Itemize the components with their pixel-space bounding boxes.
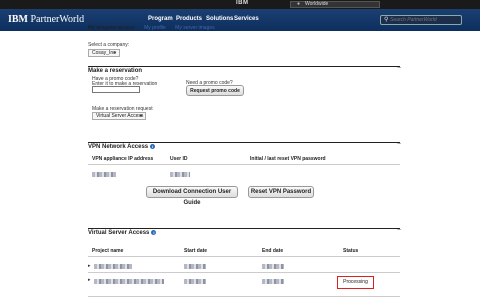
vpn-title-text: VPN Network Access — [88, 144, 149, 151]
download-guide-button[interactable]: Download Connection User Guide — [146, 186, 238, 206]
top-bar: IBM ● Worldwide — [0, 0, 480, 9]
brand-name: PartnerWorld — [30, 14, 85, 25]
company-select[interactable]: Cosay_Inc ▼ — [88, 49, 120, 57]
vsa-col-status: Status — [343, 248, 359, 254]
vpn-col-userid: User ID — [170, 156, 188, 162]
vpn-col-password: Initial / last reset VPN password — [250, 156, 326, 162]
country-label: Worldwide — [305, 1, 329, 7]
vsa-col-end: End date — [262, 248, 284, 254]
redacted-end-date — [262, 279, 284, 284]
redacted-userid — [170, 172, 190, 177]
nav-services[interactable]: Services — [234, 16, 259, 22]
section-divider — [88, 66, 400, 67]
redacted-project-name — [94, 279, 164, 284]
redacted-start-date — [184, 279, 206, 284]
table-divider — [88, 296, 400, 297]
brand-ibm: IBM — [8, 14, 28, 25]
info-icon[interactable]: i — [151, 230, 157, 235]
nav-program[interactable]: Program — [148, 16, 173, 22]
nav-products[interactable]: Products — [176, 16, 202, 22]
redacted-ip — [92, 172, 116, 177]
search-icon: ⚲ — [384, 17, 389, 23]
ibm-logo-small: IBM — [236, 0, 249, 6]
table-divider — [88, 256, 400, 257]
redacted-project-name — [94, 264, 132, 269]
country-selector[interactable]: ● Worldwide — [290, 1, 380, 8]
chevron-down-icon: ▼ — [139, 113, 143, 118]
tab-program-access[interactable]: My program access — [88, 25, 135, 31]
promo-code-input[interactable] — [92, 86, 140, 93]
globe-icon: ● — [297, 1, 301, 7]
brand-logo[interactable]: IBM PartnerWorld — [8, 14, 84, 25]
expand-row-icon[interactable]: ▸ — [88, 263, 91, 269]
request-type-select[interactable]: Virtual Server Access ▼ — [92, 112, 146, 120]
tab-server-images[interactable]: My server images — [175, 25, 214, 31]
vsa-title: Virtual Server Access i — [88, 230, 400, 236]
redacted-start-date — [184, 264, 206, 269]
table-divider — [88, 164, 400, 165]
status-processing-highlight: Processing — [337, 276, 374, 289]
company-label: Select a company: — [88, 42, 130, 48]
request-type-value: Virtual Server Access — [96, 113, 144, 119]
main-nav: IBM PartnerWorld Program Products Soluti… — [0, 9, 480, 31]
row-status: Processing — [343, 279, 368, 285]
reset-vpn-password-button[interactable]: Reset VPN Password — [248, 186, 314, 198]
table-divider — [88, 272, 400, 273]
info-icon[interactable]: i — [150, 144, 156, 149]
tab-profile[interactable]: My profile — [144, 25, 166, 31]
vsa-col-project: Project name — [92, 248, 124, 254]
vsa-col-start: Start date — [184, 248, 208, 254]
section-divider — [88, 142, 400, 143]
redacted-end-date — [262, 264, 284, 269]
expand-row-icon[interactable]: ▸ — [88, 277, 91, 283]
request-promo-button[interactable]: Request promo code — [186, 85, 244, 96]
vpn-title: VPN Network Access i — [88, 144, 400, 150]
program-tabs: My program access My profile My server i… — [88, 25, 223, 31]
reservation-title: Make a reservation — [88, 68, 143, 74]
section-divider — [88, 228, 400, 229]
search-input[interactable] — [390, 16, 460, 24]
vsa-title-text: Virtual Server Access — [88, 230, 150, 237]
search-box[interactable]: ⚲ — [380, 15, 462, 25]
nav-solutions[interactable]: Solutions — [206, 16, 233, 22]
vpn-col-ip: VPN appliance IP address — [92, 156, 154, 162]
chevron-down-icon: ▼ — [113, 50, 117, 55]
